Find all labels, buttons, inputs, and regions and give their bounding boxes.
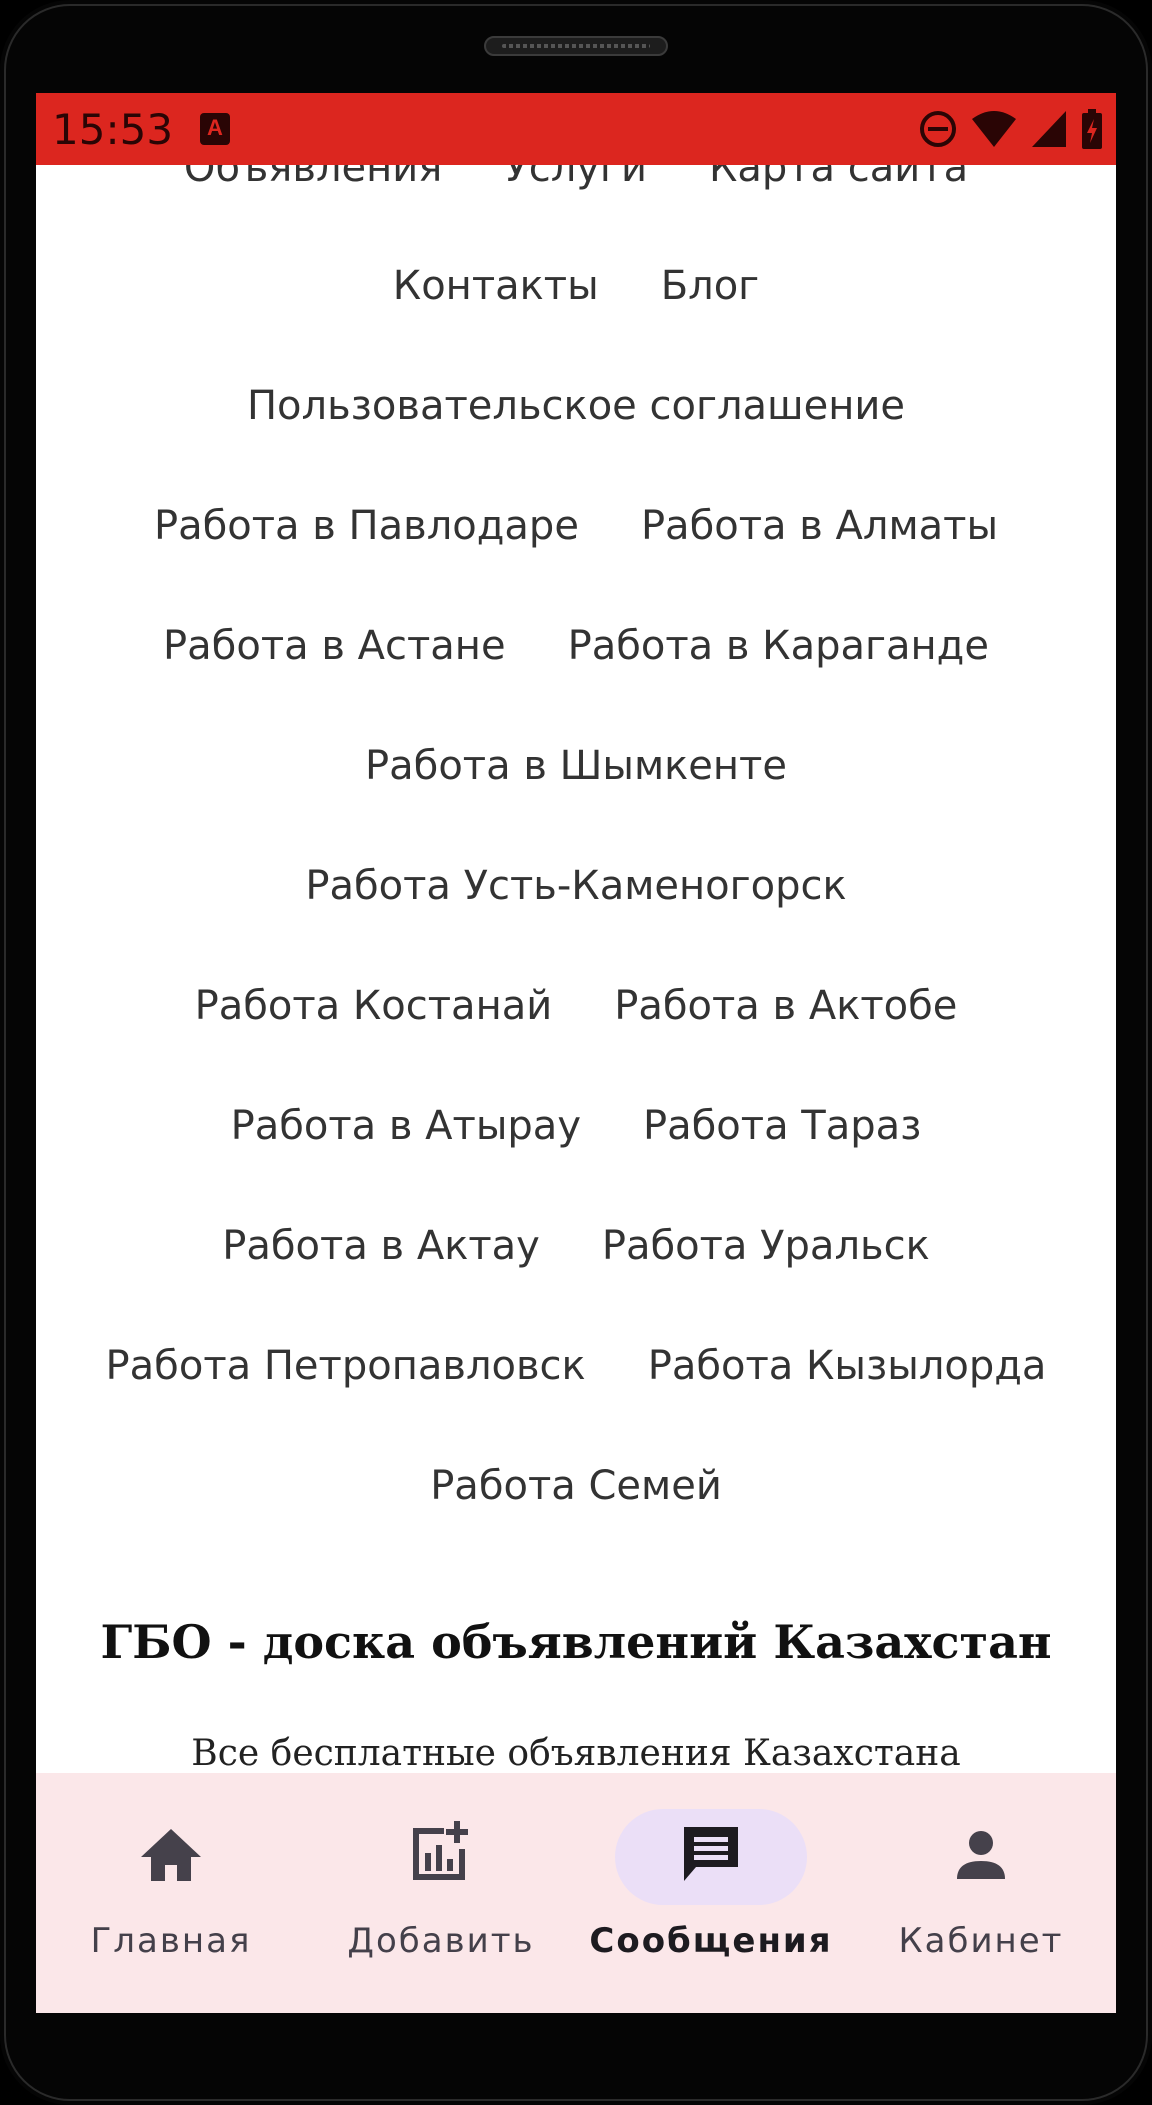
link-row-3: Работа в Павлодаре Работа в Алматы (36, 503, 1116, 549)
wifi-icon (972, 111, 1016, 147)
link-row-1: Контакты Блог (36, 263, 1116, 309)
link-kontakty[interactable]: Контакты (393, 263, 599, 309)
screen: Объявления Услуги Карта сайта Контакты Б… (36, 93, 1116, 2013)
footer-links-area: Объявления Услуги Карта сайта Контакты Б… (36, 93, 1116, 1774)
link-job-semey[interactable]: Работа Семей (430, 1463, 722, 1509)
link-row-7: Работа Костанай Работа в Актобе (36, 983, 1116, 1029)
link-job-kyzylorda[interactable]: Работа Кызылорда (648, 1343, 1047, 1389)
link-row-2: Пользовательское соглашение (36, 383, 1116, 429)
app-notification-icon: A (200, 113, 230, 145)
footer-title: ГБО - доска объявлений Казахстан (100, 1615, 1052, 1669)
status-time: 15:53 (52, 105, 174, 154)
link-job-almaty[interactable]: Работа в Алматы (641, 503, 998, 549)
link-job-ust-kamenogorsk[interactable]: Работа Усть-Каменогорск (305, 863, 846, 909)
nav-label-add: Добавить (347, 1921, 535, 1961)
link-job-aktobe[interactable]: Работа в Актобе (614, 983, 957, 1029)
link-row-6: Работа Усть-Каменогорск (36, 863, 1116, 909)
nav-label-home: Главная (90, 1921, 252, 1961)
footer-subtitle: Все бесплатные объявления Казахстана (191, 1733, 961, 1774)
nav-label-messages: Сообщения (589, 1921, 833, 1961)
link-job-shymkent[interactable]: Работа в Шымкенте (365, 743, 787, 789)
link-job-astana[interactable]: Работа в Астане (163, 623, 506, 669)
status-bar: 15:53 A (36, 93, 1116, 165)
cell-signal-icon (1032, 111, 1066, 147)
link-job-petropavlovsk[interactable]: Работа Петропавловск (106, 1343, 586, 1389)
nav-cabinet[interactable]: Кабинет (846, 1773, 1116, 2013)
nav-home[interactable]: Главная (36, 1773, 306, 2013)
bottom-navigation: Главная Добавить Сообщения Кабинет (36, 1773, 1116, 2013)
link-row-11: Работа Семей (36, 1463, 1116, 1509)
link-row-4: Работа в Астане Работа в Караганде (36, 623, 1116, 669)
link-job-karaganda[interactable]: Работа в Караганде (568, 623, 989, 669)
add-chart-icon (413, 1821, 468, 1880)
person-icon (957, 1831, 1005, 1879)
link-job-pavlodar[interactable]: Работа в Павлодаре (154, 503, 579, 549)
nav-label-cabinet: Кабинет (898, 1921, 1064, 1961)
link-row-10: Работа Петропавловск Работа Кызылорда (36, 1343, 1116, 1389)
speaker-grille (484, 36, 668, 56)
status-icons (918, 107, 1104, 151)
link-row-9: Работа в Актау Работа Уральск (36, 1223, 1116, 1269)
home-icon (141, 1829, 201, 1881)
message-icon (684, 1827, 738, 1881)
link-job-taraz[interactable]: Работа Тараз (643, 1103, 921, 1149)
link-row-8: Работа в Атырау Работа Тараз (36, 1103, 1116, 1149)
link-job-kostanay[interactable]: Работа Костанай (195, 983, 553, 1029)
link-blog[interactable]: Блог (661, 263, 760, 309)
link-row-5: Работа в Шымкенте (36, 743, 1116, 789)
phone-frame: Объявления Услуги Карта сайта Контакты Б… (0, 0, 1152, 2105)
link-user-agreement[interactable]: Пользовательское соглашение (247, 383, 905, 429)
do-not-disturb-icon (920, 111, 956, 147)
nav-add[interactable]: Добавить (306, 1773, 576, 2013)
link-job-uralsk[interactable]: Работа Уральск (602, 1223, 930, 1269)
link-job-atyrau[interactable]: Работа в Атырау (231, 1103, 581, 1149)
nav-messages[interactable]: Сообщения (576, 1773, 846, 2013)
link-job-aktau[interactable]: Работа в Актау (222, 1223, 540, 1269)
battery-icon (1082, 109, 1102, 149)
